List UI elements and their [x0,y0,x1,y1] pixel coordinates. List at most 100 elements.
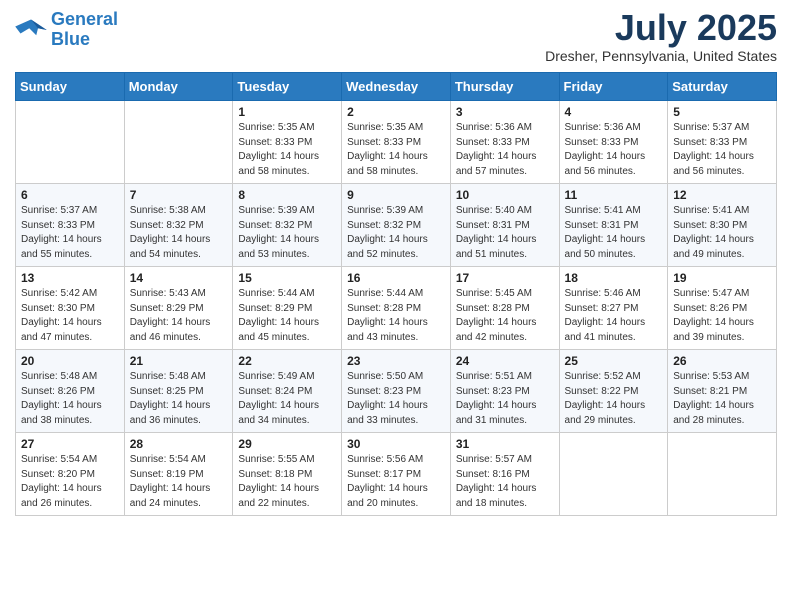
day-info: Sunrise: 5:52 AMSunset: 8:22 PMDaylight:… [565,370,663,428]
day-info: Sunrise: 5:41 AMSunset: 8:30 PMDaylight:… [673,204,771,262]
header: General Blue July 2025 Dresher, Pennsylv… [15,10,777,64]
title-area: July 2025 Dresher, Pennsylvania, United … [545,10,777,64]
day-number: 9 [347,188,445,202]
calendar-cell: 13 Sunrise: 5:42 AMSunset: 8:30 PMDayligh… [16,267,125,350]
day-number: 23 [347,354,445,368]
day-info: Sunrise: 5:46 AMSunset: 8:27 PMDaylight:… [565,287,663,345]
day-number: 24 [456,354,554,368]
day-info: Sunrise: 5:56 AMSunset: 8:17 PMDaylight:… [347,453,445,511]
calendar-cell: 2 Sunrise: 5:35 AMSunset: 8:33 PMDaylight… [342,101,451,184]
day-info: Sunrise: 5:36 AMSunset: 8:33 PMDaylight:… [565,121,663,179]
day-number: 5 [673,105,771,119]
calendar-cell: 18 Sunrise: 5:46 AMSunset: 8:27 PMDayligh… [559,267,668,350]
day-info: Sunrise: 5:54 AMSunset: 8:20 PMDaylight:… [21,453,119,511]
day-number: 22 [238,354,336,368]
calendar-cell: 6Sunrise: 5:37 AMSunset: 8:33 PMDaylight… [16,184,125,267]
day-number: 26 [673,354,771,368]
day-number: 11 [565,188,663,202]
calendar-cell: 29 Sunrise: 5:55 AMSunset: 8:18 PMDayligh… [233,433,342,516]
calendar-cell: 5 Sunrise: 5:37 AMSunset: 8:33 PMDaylight… [668,101,777,184]
day-number: 14 [130,271,228,285]
day-number: 19 [673,271,771,285]
day-number: 4 [565,105,663,119]
day-number: 27 [21,437,119,451]
calendar-header: SundayMondayTuesdayWednesdayThursdayFrid… [16,73,777,101]
calendar-cell: 4 Sunrise: 5:36 AMSunset: 8:33 PMDaylight… [559,101,668,184]
calendar-table: SundayMondayTuesdayWednesdayThursdayFrid… [15,72,777,516]
day-number: 25 [565,354,663,368]
calendar-cell: 27 Sunrise: 5:54 AMSunset: 8:20 PMDayligh… [16,433,125,516]
day-number: 29 [238,437,336,451]
weekday-header-saturday: Saturday [668,73,777,101]
calendar-cell: 30Sunrise: 5:56 AMSunset: 8:17 PMDayligh… [342,433,451,516]
day-number: 15 [238,271,336,285]
day-number: 21 [130,354,228,368]
calendar-cell [124,101,233,184]
location-title: Dresher, Pennsylvania, United States [545,48,777,64]
day-number: 16 [347,271,445,285]
calendar-cell: 11 Sunrise: 5:41 AMSunset: 8:31 PMDayligh… [559,184,668,267]
calendar-cell: 26 Sunrise: 5:53 AMSunset: 8:21 PMDayligh… [668,350,777,433]
weekday-header-friday: Friday [559,73,668,101]
day-info: Sunrise: 5:51 AMSunset: 8:23 PMDaylight:… [456,370,554,428]
day-info: Sunrise: 5:44 AMSunset: 8:28 PMDaylight:… [347,287,445,345]
day-info: Sunrise: 5:35 AMSunset: 8:33 PMDaylight:… [347,121,445,179]
day-info: Sunrise: 5:49 AMSunset: 8:24 PMDaylight:… [238,370,336,428]
day-info: Sunrise: 5:48 AMSunset: 8:25 PMDaylight:… [130,370,228,428]
calendar-week-3: 13 Sunrise: 5:42 AMSunset: 8:30 PMDayligh… [16,267,777,350]
weekday-header-wednesday: Wednesday [342,73,451,101]
day-info: Sunrise: 5:43 AMSunset: 8:29 PMDaylight:… [130,287,228,345]
day-number: 1 [238,105,336,119]
day-number: 8 [238,188,336,202]
logo-bird-icon [15,16,47,44]
weekday-header-thursday: Thursday [450,73,559,101]
day-info: Sunrise: 5:44 AMSunset: 8:29 PMDaylight:… [238,287,336,345]
day-number: 28 [130,437,228,451]
day-number: 13 [21,271,119,285]
day-info: Sunrise: 5:38 AMSunset: 8:32 PMDaylight:… [130,204,228,262]
calendar-cell: 9 Sunrise: 5:39 AMSunset: 8:32 PMDaylight… [342,184,451,267]
calendar-week-1: 1 Sunrise: 5:35 AMSunset: 8:33 PMDaylight… [16,101,777,184]
calendar-body: 1 Sunrise: 5:35 AMSunset: 8:33 PMDaylight… [16,101,777,516]
logo-line2: Blue [51,29,90,49]
day-info: Sunrise: 5:47 AMSunset: 8:26 PMDaylight:… [673,287,771,345]
day-info: Sunrise: 5:40 AMSunset: 8:31 PMDaylight:… [456,204,554,262]
day-info: Sunrise: 5:48 AMSunset: 8:26 PMDaylight:… [21,370,119,428]
calendar-cell [559,433,668,516]
day-number: 17 [456,271,554,285]
day-info: Sunrise: 5:39 AMSunset: 8:32 PMDaylight:… [347,204,445,262]
day-info: Sunrise: 5:41 AMSunset: 8:31 PMDaylight:… [565,204,663,262]
calendar-cell: 23Sunrise: 5:50 AMSunset: 8:23 PMDayligh… [342,350,451,433]
calendar-cell: 24 Sunrise: 5:51 AMSunset: 8:23 PMDayligh… [450,350,559,433]
day-number: 31 [456,437,554,451]
day-number: 20 [21,354,119,368]
day-number: 10 [456,188,554,202]
day-number: 7 [130,188,228,202]
calendar-cell: 15 Sunrise: 5:44 AMSunset: 8:29 PMDayligh… [233,267,342,350]
day-info: Sunrise: 5:55 AMSunset: 8:18 PMDaylight:… [238,453,336,511]
logo: General Blue [15,10,118,50]
calendar-cell: 22 Sunrise: 5:49 AMSunset: 8:24 PMDayligh… [233,350,342,433]
calendar-cell: 1Sunrise: 5:35 AMSunset: 8:33 PMDaylight… [233,101,342,184]
calendar-cell: 12Sunrise: 5:41 AMSunset: 8:30 PMDayligh… [668,184,777,267]
calendar-cell: 8 Sunrise: 5:39 AMSunset: 8:32 PMDaylight… [233,184,342,267]
calendar-cell: 17 Sunrise: 5:45 AMSunset: 8:28 PMDayligh… [450,267,559,350]
day-info: Sunrise: 5:39 AMSunset: 8:32 PMDaylight:… [238,204,336,262]
logo-text: General Blue [51,10,118,50]
calendar-week-4: 20 Sunrise: 5:48 AMSunset: 8:26 PMDayligh… [16,350,777,433]
calendar-week-5: 27 Sunrise: 5:54 AMSunset: 8:20 PMDayligh… [16,433,777,516]
day-info: Sunrise: 5:36 AMSunset: 8:33 PMDaylight:… [456,121,554,179]
day-info: Sunrise: 5:45 AMSunset: 8:28 PMDaylight:… [456,287,554,345]
day-info: Sunrise: 5:42 AMSunset: 8:30 PMDaylight:… [21,287,119,345]
logo-line1: General [51,9,118,29]
day-info: Sunrise: 5:53 AMSunset: 8:21 PMDaylight:… [673,370,771,428]
weekday-header-monday: Monday [124,73,233,101]
day-number: 18 [565,271,663,285]
day-info: Sunrise: 5:57 AMSunset: 8:16 PMDaylight:… [456,453,554,511]
calendar-week-2: 6Sunrise: 5:37 AMSunset: 8:33 PMDaylight… [16,184,777,267]
calendar-cell [16,101,125,184]
weekday-header-tuesday: Tuesday [233,73,342,101]
day-info: Sunrise: 5:37 AMSunset: 8:33 PMDaylight:… [673,121,771,179]
calendar-cell: 28Sunrise: 5:54 AMSunset: 8:19 PMDayligh… [124,433,233,516]
day-number: 2 [347,105,445,119]
